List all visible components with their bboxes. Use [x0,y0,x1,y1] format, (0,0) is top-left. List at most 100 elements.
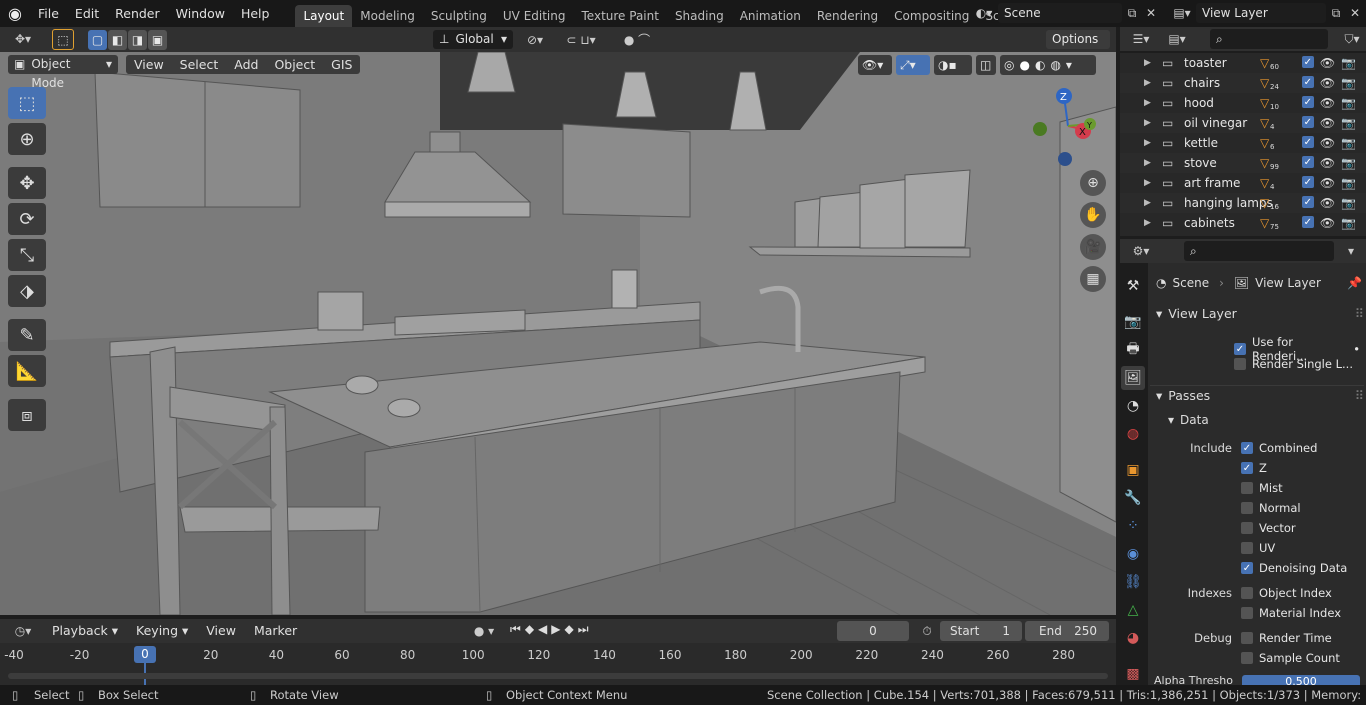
material-index-row[interactable]: Material Index [1241,606,1341,620]
menu-edit[interactable]: Edit [67,0,107,27]
add-cube-tool-icon[interactable]: ⧈ [8,399,46,431]
workspace-tab[interactable]: Texture Paint [574,5,667,27]
view-layer-name[interactable]: View Layer [1196,3,1326,23]
display-mode-icon[interactable]: ▤▾ [1162,30,1192,48]
selection-mode-group[interactable]: ▢ ◧ ◨ ▣ [88,30,184,50]
tool-tab-icon[interactable]: ⚒ [1121,274,1145,298]
eye-icon[interactable]: 👁 [1320,116,1335,130]
viewport-3d[interactable]: ▣ Object Mode ▾ View Select Add Object GIS… [0,52,1116,615]
workspace-tab[interactable]: Modeling [352,5,423,27]
workspace-tab[interactable]: Layout [295,5,353,27]
exclude-checkbox[interactable]: ✓ [1301,156,1314,168]
menu-gis[interactable]: GIS [323,55,361,74]
outliner-row[interactable]: ▶ ▭ chairs ▽ 24 ✓ 👁 📷 [1120,73,1366,93]
expand-icon[interactable]: ▶ [1144,158,1156,168]
next-keyframe-icon[interactable]: ◆ [565,622,574,640]
workspace-tab[interactable]: Animation [732,5,809,27]
eye-icon[interactable]: 👁 [1320,96,1335,110]
select-box-tool-icon[interactable]: ⬚ [8,87,46,119]
constraints-tab-icon[interactable]: ⛓ [1121,570,1145,594]
render-camera-icon[interactable]: 📷 [1341,176,1356,190]
current-frame-field[interactable]: 0 [837,621,909,641]
pivot-icon[interactable]: ⊘▾ [520,30,550,49]
render-camera-icon[interactable]: 📷 [1341,196,1356,210]
jump-start-icon[interactable]: ⏮ [510,622,521,640]
exclude-checkbox[interactable]: ✓ [1301,216,1314,228]
orientation-dropdown[interactable]: ⊥ Global ▾ [433,30,513,49]
pin-icon[interactable]: 📌 [1347,276,1362,290]
normal-checkbox[interactable] [1241,502,1253,514]
alpha-threshold-field[interactable]: 0.500 [1242,675,1360,685]
expand-icon[interactable]: ▶ [1144,58,1156,68]
snap-icon[interactable]: ⊂ ⊔▾ [556,30,606,49]
uv-checkbox[interactable] [1241,542,1253,554]
menu-window[interactable]: Window [168,0,233,27]
measure-tool-icon[interactable]: 📐 [8,355,46,387]
annotate-tool-icon[interactable]: ✎ [8,319,46,351]
copy-layer-icon[interactable]: ⧉ [1326,6,1346,21]
render-camera-icon[interactable]: 📷 [1341,156,1356,170]
render-camera-icon[interactable]: 📷 [1341,56,1356,70]
filter-icon[interactable]: ⛉▾ [1340,30,1364,48]
scene-selector[interactable]: ◐▾ Scene ⧉ ✕ [970,3,1160,23]
expand-icon[interactable]: ▶ [1144,118,1156,128]
playhead[interactable]: 0 [134,646,156,663]
eye-icon[interactable]: 👁 [1320,56,1335,70]
gizmo-icon[interactable]: ⤢▾ [896,54,930,75]
pass-mist-row[interactable]: Mist [1241,481,1283,495]
object-index-checkbox[interactable] [1241,587,1253,599]
proportional-edit-icon[interactable]: ● ⌒ [612,30,662,49]
material-index-checkbox[interactable] [1241,607,1253,619]
menu-playback[interactable]: Playback ▾ [44,622,126,640]
eye-icon[interactable]: 👁 [1320,156,1335,170]
menu-help[interactable]: Help [233,0,278,27]
outliner-row[interactable]: ▶ ▭ stove ▽ 99 ✓ 👁 📷 [1120,153,1366,173]
drag-handle-icon[interactable]: ⠿ [1355,306,1364,321]
z-checkbox[interactable]: ✓ [1241,462,1253,474]
panel-passes-header[interactable]: ▾ Passes ⠿ [1150,385,1364,405]
render-single-row[interactable]: Render Single L... [1234,357,1360,371]
use-for-rendering-checkbox[interactable]: ✓ [1234,343,1246,355]
workspace-tab[interactable]: Shading [667,5,732,27]
play-icon[interactable]: ▶ [551,622,560,640]
stopwatch-icon[interactable]: ⏱ [918,622,936,640]
expand-icon[interactable]: ▶ [1144,138,1156,148]
exclude-checkbox[interactable]: ✓ [1301,176,1314,188]
workspace-tab[interactable]: Compositing [886,5,977,27]
expand-icon[interactable]: ▶ [1144,178,1156,188]
outliner-row[interactable]: ▶ ▭ oil vinegar ▽ 4 ✓ 👁 📷 [1120,113,1366,133]
outliner-row[interactable]: ▶ ▭ cabinets ▽ 75 ✓ 👁 📷 [1120,213,1366,233]
expand-icon[interactable]: ▶ [1144,198,1156,208]
exclude-checkbox[interactable]: ✓ [1301,136,1314,148]
menu-select[interactable]: Select [171,55,227,74]
record-icon[interactable]: ● ▾ [466,622,502,640]
material-tab-icon[interactable]: ◕ [1121,626,1145,650]
outliner-row[interactable]: ▶ ▭ kettle ▽ 6 ✓ 👁 📷 [1120,133,1366,153]
start-frame-field[interactable]: Start 1 [940,621,1022,641]
panel-view-layer-header[interactable]: ▾ View Layer ⠿ [1150,303,1364,323]
menu-view-timeline[interactable]: View [198,622,244,640]
move-tool-icon[interactable]: ✥ [8,167,46,199]
render-time-checkbox[interactable] [1241,632,1253,644]
exclude-checkbox[interactable]: ✓ [1301,76,1314,88]
mode-intersect-icon[interactable]: ▣ [148,30,167,50]
menu-marker[interactable]: Marker [246,622,305,640]
render-camera-icon[interactable]: 📷 [1341,76,1356,90]
sample-count-row[interactable]: Sample Count [1241,651,1340,665]
render-time-row[interactable]: Render Time [1241,631,1332,645]
editor-type-icon[interactable]: ✥▾ [8,30,38,48]
exclude-checkbox[interactable]: ✓ [1301,116,1314,128]
object-mode-dropdown[interactable]: ▣ Object Mode ▾ [8,55,118,90]
world-tab-icon[interactable]: ◍ [1121,422,1145,446]
output-tab-icon[interactable]: 🖶 [1121,338,1145,362]
combined-checkbox[interactable]: ✓ [1241,442,1253,454]
texture-tab-icon[interactable]: ▩ [1121,662,1145,686]
data-tab-icon[interactable]: △ [1121,598,1145,622]
expand-icon[interactable]: ▶ [1144,98,1156,108]
workspace-tab[interactable]: UV Editing [495,5,574,27]
copy-scene-icon[interactable]: ⧉ [1122,6,1142,21]
menu-add[interactable]: Add [226,55,267,74]
expand-icon[interactable]: ▶ [1144,218,1156,228]
pass-uv-row[interactable]: UV [1241,541,1275,555]
sample-count-checkbox[interactable] [1241,652,1253,664]
